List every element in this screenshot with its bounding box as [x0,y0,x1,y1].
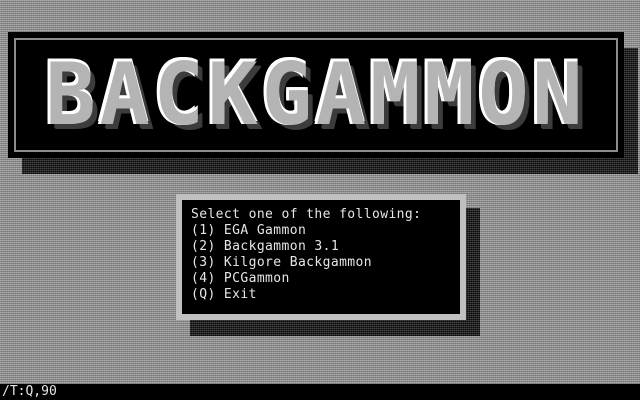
menu-item-exit[interactable]: (Q) Exit [191,287,460,303]
title-banner: BACKGAMMON [8,32,624,158]
menu-item-kilgore-backgammon[interactable]: (3) Kilgore Backgammon [191,255,460,271]
menu-item-ega-gammon[interactable]: (1) EGA Gammon [191,223,460,239]
status-text: /T:Q,90 [2,384,57,399]
banner-title: BACKGAMMON [45,45,587,145]
menu-item-backgammon-3-1[interactable]: (2) Backgammon 3.1 [191,239,460,255]
banner-inner: BACKGAMMON [18,42,614,148]
menu-prompt: Select one of the following: [191,207,422,222]
menu-dialog: Select one of the following: (1) EGA Gam… [176,194,466,320]
status-bar: /T:Q,90 [0,384,640,400]
menu-box: Select one of the following: (1) EGA Gam… [182,200,460,314]
menu-item-pcgammon[interactable]: (4) PCGammon [191,271,460,287]
